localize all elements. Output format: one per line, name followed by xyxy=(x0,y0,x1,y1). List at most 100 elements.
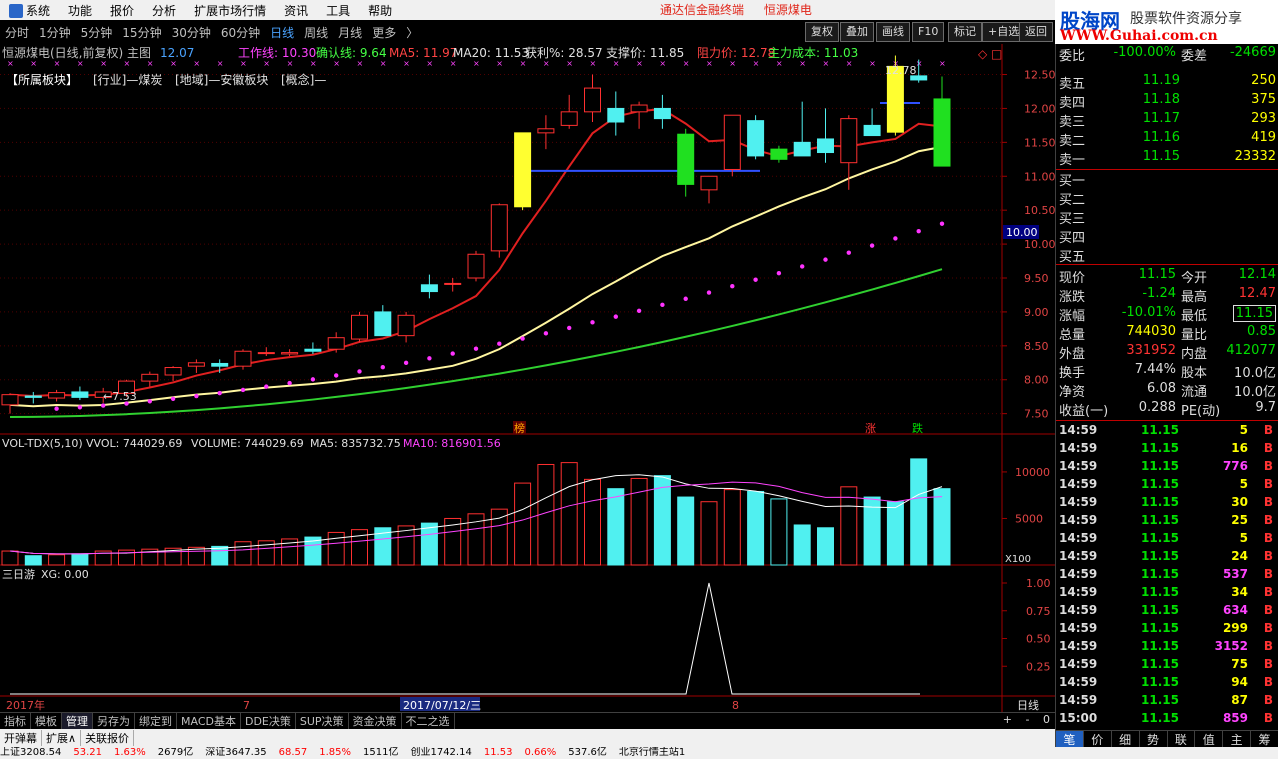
period-weekly[interactable]: 周线 xyxy=(299,24,333,41)
period-60min[interactable]: 60分钟 xyxy=(216,24,265,41)
tab-indicator[interactable]: 指标 xyxy=(0,713,31,729)
tick-row[interactable]: 14:59 11.15 94 B xyxy=(1056,675,1278,693)
confirm-line xyxy=(9,268,943,419)
signal-marker: × xyxy=(217,59,224,68)
tick-row[interactable]: 14:59 11.15 34 B xyxy=(1056,585,1278,603)
right-tab[interactable]: 笔 xyxy=(1056,731,1084,747)
buy2-row[interactable]: 买二 xyxy=(1056,188,1278,208)
menu-tools[interactable]: 工具 xyxy=(317,2,359,19)
period-toolbar: 分时 1分钟 5分钟 15分钟 30分钟 60分钟 日线 周线 月线 更多 〉 … xyxy=(0,20,1055,44)
sell3-row[interactable]: 卖三 11.17 293 xyxy=(1056,110,1278,130)
tick-row[interactable]: 14:59 11.15 30 B xyxy=(1056,495,1278,513)
tick-row[interactable]: 14:59 11.15 776 B xyxy=(1056,459,1278,477)
quote-row: 涨跌 -1.24 最高 12.47 xyxy=(1056,285,1278,305)
tick-row[interactable]: 14:59 11.15 5 B xyxy=(1056,477,1278,495)
marker-zhang: 涨 xyxy=(865,422,876,435)
sell2-row[interactable]: 卖二 11.16 419 xyxy=(1056,129,1278,149)
tab-dde[interactable]: DDE决策 xyxy=(241,713,296,729)
tick-row[interactable]: 14:59 11.15 87 B xyxy=(1056,693,1278,711)
tick-row[interactable]: 14:59 11.15 25 B xyxy=(1056,513,1278,531)
concept-label[interactable]: [概念]— xyxy=(281,72,326,87)
zoom-out-button[interactable]: - xyxy=(1021,713,1035,726)
chart-title-value: 12.07 xyxy=(160,46,194,60)
right-tab[interactable]: 价 xyxy=(1084,731,1112,747)
draw-line-button[interactable]: 画线 xyxy=(876,22,910,42)
buy1-row[interactable]: 买一 xyxy=(1056,169,1278,189)
mark-button[interactable]: 标记 xyxy=(948,22,982,42)
tick-row[interactable]: 14:59 11.15 5 B xyxy=(1056,423,1278,441)
sell1-row[interactable]: 卖一 11.15 23332 xyxy=(1056,148,1278,168)
period-5min[interactable]: 5分钟 xyxy=(76,24,118,41)
signal-marker: × xyxy=(100,59,107,68)
tick-row[interactable]: 14:59 11.15 75 B xyxy=(1056,657,1278,675)
period-1min[interactable]: 1分钟 xyxy=(34,24,76,41)
tab-fund[interactable]: 资金决策 xyxy=(349,713,402,729)
tab-buer[interactable]: 不二之选 xyxy=(402,713,455,729)
overlay-button[interactable]: 叠加 xyxy=(840,22,874,42)
industry-label[interactable]: [行业]—煤炭 xyxy=(93,73,162,87)
right-tab[interactable]: 细 xyxy=(1112,731,1140,747)
menu-quote[interactable]: 报价 xyxy=(101,2,143,19)
zoom-in-button[interactable]: + xyxy=(998,713,1017,726)
tick-row[interactable]: 14:59 11.15 3152 B xyxy=(1056,639,1278,657)
back-button[interactable]: 返回 xyxy=(1019,22,1053,42)
quote-row: 涨幅 -10.01% 最低 11.15 xyxy=(1056,304,1278,324)
kline-chart[interactable]: 12.50 12.00 11.50 11.00 10.50 10.00 9.50 9.00 8.… xyxy=(0,44,1055,712)
sell4-row[interactable]: 卖四 11.18 375 xyxy=(1056,91,1278,111)
tick-flag: B xyxy=(1263,657,1273,671)
tick-flag: B xyxy=(1263,441,1273,455)
tick-row[interactable]: 15:00 11.15 859 B xyxy=(1056,711,1278,729)
menu-help[interactable]: 帮助 xyxy=(359,2,401,19)
right-tab[interactable]: 势 xyxy=(1140,731,1168,747)
price-axis-label: 9.50 xyxy=(1024,272,1049,285)
tab-macd[interactable]: MACD基本 xyxy=(177,713,241,729)
tick-row[interactable]: 14:59 11.15 634 B xyxy=(1056,603,1278,621)
tick-row[interactable]: 14:59 11.15 299 B xyxy=(1056,621,1278,639)
tab-save-as[interactable]: 另存为 xyxy=(93,713,135,729)
tick-row[interactable]: 14:59 11.15 537 B xyxy=(1056,567,1278,585)
buy4-row[interactable]: 买四 xyxy=(1056,226,1278,246)
period-30min[interactable]: 30分钟 xyxy=(167,24,216,41)
fuquan-button[interactable]: 复权 xyxy=(805,22,839,42)
tab-bind[interactable]: 绑定到 xyxy=(135,713,177,729)
app-title: 通达信金融终端 恒源煤电 xyxy=(660,0,828,20)
buy3-row[interactable]: 买三 xyxy=(1056,207,1278,227)
region-label[interactable]: [地域]—安徽板块 xyxy=(175,72,268,87)
menu-ext-market[interactable]: 扩展市场行情 xyxy=(185,2,275,19)
period-more[interactable]: 更多 xyxy=(367,24,401,41)
right-tab[interactable]: 主 xyxy=(1223,731,1252,747)
tick-row[interactable]: 14:59 11.15 16 B xyxy=(1056,441,1278,459)
period-15min[interactable]: 15分钟 xyxy=(117,24,166,41)
right-tab[interactable]: 筹 xyxy=(1251,731,1278,747)
tick-volume: 87 xyxy=(1231,693,1248,707)
tab-template[interactable]: 模板 xyxy=(31,713,62,729)
zoom-reset-button[interactable]: 0 xyxy=(1038,713,1055,726)
f10-button[interactable]: F10 xyxy=(912,22,945,42)
danmu-button[interactable]: 开弹幕 xyxy=(0,730,42,746)
working-line-dot xyxy=(380,365,385,370)
tab-manage[interactable]: 管理 xyxy=(62,713,93,729)
menu-analysis[interactable]: 分析 xyxy=(143,2,185,19)
signal-marker: × xyxy=(240,59,247,68)
quote-row: 现价 11.15 今开 12.14 xyxy=(1056,266,1278,286)
tick-row[interactable]: 14:59 11.15 24 B xyxy=(1056,549,1278,567)
extend-button[interactable]: 扩展∧ xyxy=(42,730,82,746)
period-monthly[interactable]: 月线 xyxy=(333,24,367,41)
related-quote-button[interactable]: 关联报价 xyxy=(81,730,135,746)
menu-info[interactable]: 资讯 xyxy=(275,2,317,19)
right-tab[interactable]: 值 xyxy=(1195,731,1224,747)
period-daily[interactable]: 日线 xyxy=(265,24,299,41)
sell5-row[interactable]: 卖五 11.19 250 xyxy=(1056,72,1278,92)
working-line-dot xyxy=(334,373,339,378)
right-tab[interactable]: 联 xyxy=(1168,731,1196,747)
menu-system[interactable]: 系统 xyxy=(0,2,59,19)
menu-function[interactable]: 功能 xyxy=(59,2,101,19)
chart-area[interactable]: 12.50 12.00 11.50 11.00 10.50 10.00 9.50 9.00 8.… xyxy=(0,44,1055,712)
window-diamond-icons[interactable]: ◇ □ xyxy=(978,47,1002,61)
more-arrow-icon[interactable]: 〉 xyxy=(401,24,423,41)
tick-row[interactable]: 14:59 11.15 5 B xyxy=(1056,531,1278,549)
ind-resistance: 阻力价: 12.78 xyxy=(697,46,775,60)
buy5-row[interactable]: 买五 xyxy=(1056,245,1278,265)
tab-sup[interactable]: SUP决策 xyxy=(296,713,349,729)
period-fenshi[interactable]: 分时 xyxy=(0,24,34,41)
